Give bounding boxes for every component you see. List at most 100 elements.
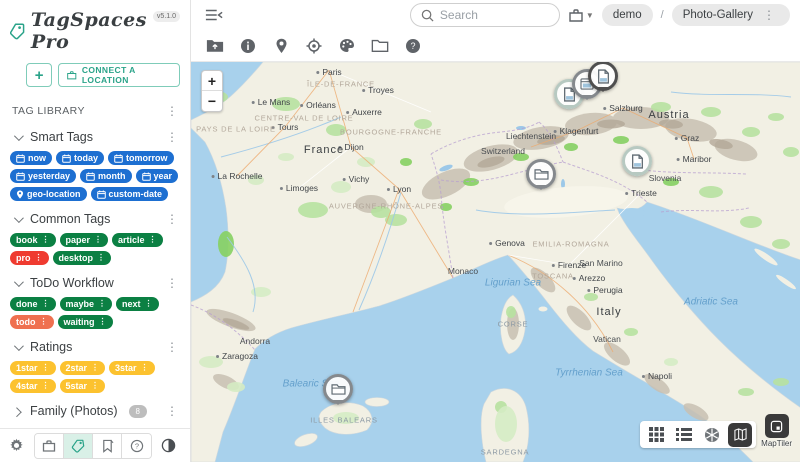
- tag-pill[interactable]: year: [136, 169, 179, 183]
- tags-panel-button[interactable]: [64, 434, 93, 458]
- tag-group-header[interactable]: Smart Tags⋮: [8, 123, 184, 150]
- tag-pill[interactable]: done⋮: [10, 297, 56, 311]
- info-icon[interactable]: [238, 36, 258, 56]
- collapse-panel-icon[interactable]: [205, 8, 223, 22]
- tag-pill-menu-icon[interactable]: ⋮: [149, 236, 157, 244]
- tag-pill-menu-icon[interactable]: ⋮: [42, 382, 50, 390]
- map-marker-file[interactable]: [622, 146, 652, 176]
- tag-pill[interactable]: pro⋮: [10, 251, 49, 265]
- tag-pill-menu-icon[interactable]: ⋮: [98, 300, 106, 308]
- tag-pill-menu-icon[interactable]: ⋮: [91, 382, 99, 390]
- map-view[interactable]: ParisÎLE-DE-FRANCETroyesLe MansOrléansAu…: [191, 62, 800, 462]
- tag-pill-label: maybe: [66, 300, 95, 309]
- app-logo[interactable]: TagSpaces Pro v5.1.0: [0, 0, 190, 55]
- zoom-in-button[interactable]: +: [202, 71, 222, 91]
- gps-target-icon[interactable]: [304, 36, 324, 56]
- location-pin-icon[interactable]: [271, 36, 291, 56]
- perspective-shutter-button[interactable]: [698, 421, 726, 448]
- tag-icon: [71, 439, 85, 453]
- tag-pill-label: book: [16, 236, 38, 245]
- tag-pill-menu-icon[interactable]: ⋮: [141, 364, 149, 372]
- folder-menu-icon[interactable]: ⋮: [759, 10, 779, 20]
- chevron-down-icon[interactable]: [14, 277, 24, 287]
- tag-pill-menu-icon[interactable]: ⋮: [35, 254, 43, 262]
- folder-up-icon[interactable]: [205, 36, 225, 56]
- tag-pill-menu-icon[interactable]: ⋮: [99, 318, 107, 326]
- tag-group-label: ToDo Workflow: [30, 276, 114, 290]
- breadcrumb-folder-label: Photo-Gallery: [683, 9, 753, 21]
- folder-icon[interactable]: [370, 36, 390, 56]
- tag-pill-menu-icon[interactable]: ⋮: [40, 318, 48, 326]
- tag-pill[interactable]: tomorrow: [108, 151, 174, 165]
- map-zoom-control: + −: [201, 70, 223, 112]
- palette-icon[interactable]: [337, 36, 357, 56]
- theme-contrast-icon[interactable]: [161, 438, 176, 453]
- search-input[interactable]: [440, 8, 540, 22]
- tag-group-header[interactable]: ToDo Workflow ⋮: [8, 269, 184, 296]
- tag-group-header[interactable]: Common Tags⋮: [8, 205, 184, 232]
- tag-pill[interactable]: 4star⋮: [10, 379, 56, 393]
- tag-pill[interactable]: article⋮: [112, 233, 163, 247]
- tag-pill[interactable]: today: [56, 151, 104, 165]
- tag-pill[interactable]: paper⋮: [60, 233, 109, 247]
- tag-pill[interactable]: custom-date: [91, 187, 169, 201]
- tag-pill-menu-icon[interactable]: ⋮: [91, 364, 99, 372]
- tag-pill[interactable]: next⋮: [116, 297, 159, 311]
- map-marker-folder[interactable]: [323, 374, 353, 404]
- locations-panel-button[interactable]: [35, 434, 64, 458]
- help-panel-button[interactable]: ?: [122, 434, 151, 458]
- tag-pill-menu-icon[interactable]: ⋮: [42, 300, 50, 308]
- add-location-button[interactable]: +: [26, 63, 52, 87]
- map-marker-folder[interactable]: [526, 159, 556, 189]
- location-chooser-button[interactable]: ▼: [568, 8, 594, 23]
- tag-pill-menu-icon[interactable]: ⋮: [42, 364, 50, 372]
- map-marker-file[interactable]: [588, 62, 618, 91]
- tag-pill[interactable]: desktop⋮: [53, 251, 112, 265]
- tag-group-menu-icon[interactable]: ⋮: [162, 214, 182, 224]
- tag-library-menu-icon[interactable]: ⋮: [162, 106, 182, 116]
- connect-location-button[interactable]: CONNECT A LOCATION: [58, 63, 180, 87]
- panel-switcher: ?: [34, 433, 152, 459]
- chevron-right-icon[interactable]: [12, 407, 22, 417]
- tag-pill[interactable]: month: [80, 169, 132, 183]
- map-type-button[interactable]: [726, 421, 754, 448]
- tag-pill[interactable]: now: [10, 151, 52, 165]
- tag-group-header[interactable]: Family (Photos)8⋮: [8, 397, 184, 424]
- tag-pill[interactable]: yesterday: [10, 169, 76, 183]
- zoom-out-button[interactable]: −: [202, 91, 222, 111]
- sidebar-footer: ?: [0, 428, 190, 462]
- tag-pill-label: today: [74, 154, 98, 163]
- tag-group-menu-icon[interactable]: ⋮: [162, 132, 182, 142]
- breadcrumb-folder-chip[interactable]: Photo-Gallery ⋮: [672, 4, 790, 26]
- tag-group-menu-icon[interactable]: ⋮: [162, 278, 182, 288]
- tag-pill[interactable]: todo⋮: [10, 315, 54, 329]
- tag-group-menu-icon[interactable]: ⋮: [162, 406, 182, 416]
- bookmarks-panel-button[interactable]: [93, 434, 122, 458]
- tag-pill[interactable]: waiting⋮: [58, 315, 113, 329]
- maptiler-logo-button[interactable]: [765, 414, 789, 438]
- help-icon[interactable]: ?: [403, 36, 423, 56]
- tag-group-menu-icon[interactable]: ⋮: [162, 342, 182, 352]
- tag-group-header[interactable]: Ratings⋮: [8, 333, 184, 360]
- chevron-down-icon[interactable]: [14, 131, 24, 141]
- grid-view-button[interactable]: [642, 421, 670, 448]
- tag-pill[interactable]: 3star⋮: [109, 361, 155, 375]
- tag-pill-label: 2star: [66, 364, 88, 373]
- tag-pill-menu-icon[interactable]: ⋮: [42, 236, 50, 244]
- chevron-down-icon: ▼: [586, 11, 594, 20]
- tag-pill[interactable]: 2star⋮: [60, 361, 106, 375]
- settings-gear-icon[interactable]: [8, 437, 25, 454]
- chevron-down-icon[interactable]: [14, 213, 24, 223]
- tag-pill[interactable]: 5star⋮: [60, 379, 106, 393]
- breadcrumb-location-chip[interactable]: demo: [602, 4, 653, 26]
- tag-pill-menu-icon[interactable]: ⋮: [97, 254, 105, 262]
- tag-pill-menu-icon[interactable]: ⋮: [94, 236, 102, 244]
- list-view-button[interactable]: [670, 421, 698, 448]
- tag-pill-menu-icon[interactable]: ⋮: [145, 300, 153, 308]
- tag-pill[interactable]: geo-location: [10, 187, 87, 201]
- tag-pill[interactable]: maybe⋮: [60, 297, 113, 311]
- tag-pill[interactable]: book ⋮: [10, 233, 56, 247]
- tag-pill[interactable]: 1star⋮: [10, 361, 56, 375]
- chevron-down-icon[interactable]: [14, 341, 24, 351]
- search-box[interactable]: [410, 3, 560, 27]
